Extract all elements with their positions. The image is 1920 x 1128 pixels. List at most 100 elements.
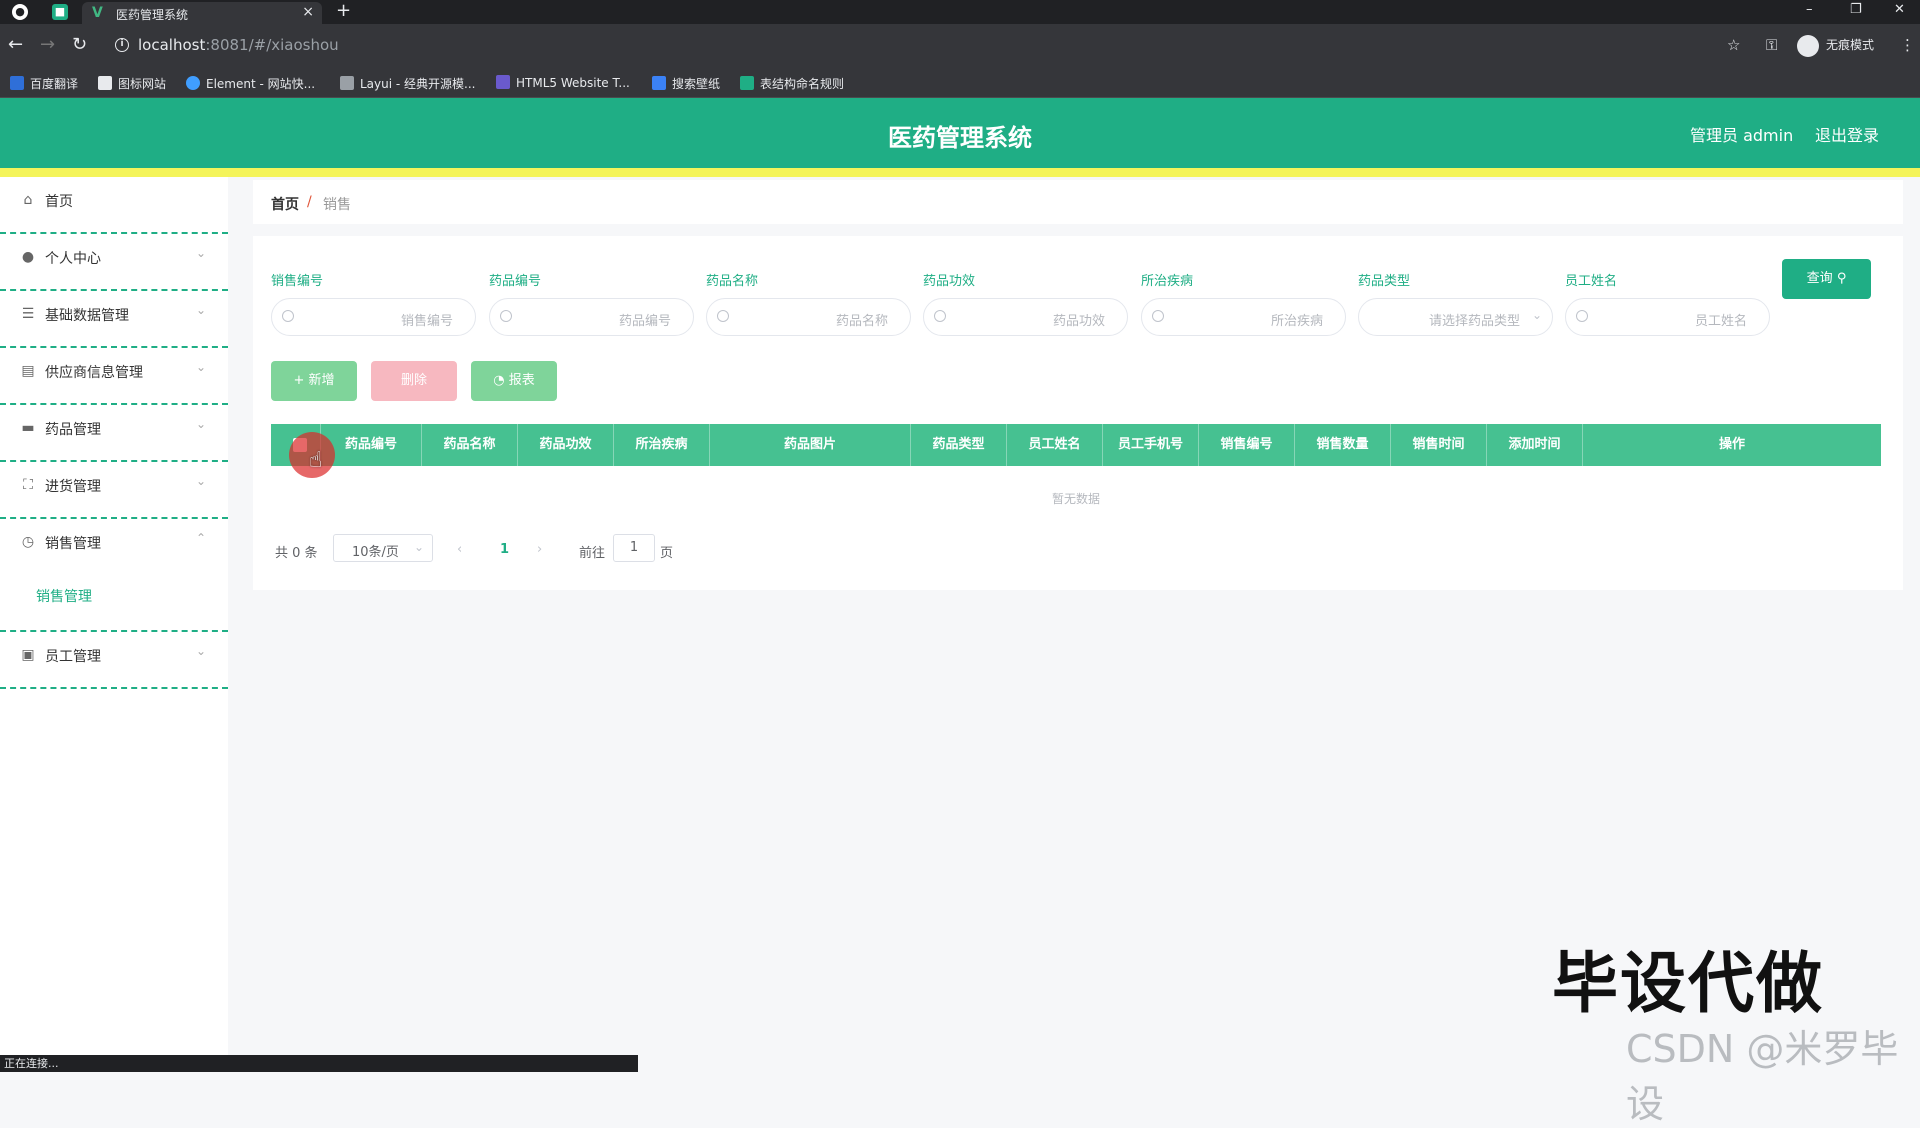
filter-label-efficacy: 药品功效 xyxy=(923,274,976,289)
watermark-text: 毕设代做 xyxy=(1552,945,1824,1022)
employee-name-input[interactable]: 员工姓名 xyxy=(1565,298,1770,336)
chrome-icon[interactable]: ● xyxy=(12,4,28,20)
chevron-down-icon: ⌄ xyxy=(413,540,424,554)
input-placeholder: 员工姓名 xyxy=(1694,314,1747,329)
translate-icon xyxy=(10,76,24,90)
drug-name-input[interactable]: 药品名称 xyxy=(706,298,911,336)
back-icon[interactable]: ← xyxy=(8,34,23,55)
new-tab-icon[interactable]: + xyxy=(336,0,351,21)
incognito-label: 无痕模式 xyxy=(1826,38,1875,52)
column-header: 药品类型 xyxy=(911,424,1007,466)
chevron-down-icon: ⌄ xyxy=(195,246,206,260)
bookmark-item[interactable]: 百度翻译 xyxy=(10,75,78,92)
select-placeholder: 请选择药品类型 xyxy=(1428,314,1520,329)
bookmark-item[interactable]: Layui - 经典开源模... xyxy=(340,75,475,92)
sidebar-item-profile[interactable]: ● 个人中心 ⌄ xyxy=(0,234,228,291)
goto-page-input[interactable]: 1 xyxy=(613,534,655,562)
chevron-down-icon: ⌄ xyxy=(195,644,206,658)
forward-icon[interactable]: → xyxy=(40,34,55,55)
url-field[interactable]: localhost:8081/#/xiaoshou xyxy=(138,36,339,54)
chevron-down-icon: ⌄ xyxy=(1531,308,1542,322)
chevron-down-icon: ⌄ xyxy=(195,474,206,488)
input-placeholder: 药品功效 xyxy=(1052,314,1105,329)
wallpaper-icon xyxy=(652,76,666,90)
html5-icon xyxy=(496,75,510,89)
key-icon[interactable]: ⚿ xyxy=(1766,36,1777,54)
filter-label-drug-no: 药品编号 xyxy=(489,274,542,289)
search-icon xyxy=(934,310,946,322)
user-icon: ● xyxy=(21,249,35,265)
sidebar-item-label: 供应商信息管理 xyxy=(45,365,143,381)
close-tab-icon[interactable]: × xyxy=(302,4,314,20)
content-card: 销售编号 药品编号 药品名称 药品功效 所治疾病 药品类型 员工姓名 销售编号 … xyxy=(253,236,1903,590)
query-button[interactable]: 查询 ⚲ xyxy=(1782,259,1871,299)
column-header: 添加时间 xyxy=(1487,424,1583,466)
chevron-up-icon: ⌃ xyxy=(195,531,206,545)
bookmark-item[interactable]: Element - 网站快... xyxy=(186,75,315,92)
reload-icon[interactable]: ↻ xyxy=(72,34,87,55)
column-header: 员工手机号 xyxy=(1103,424,1199,466)
app-tab-icon[interactable]: ■ xyxy=(52,4,68,20)
sidebar-item-supplier[interactable]: ▤ 供应商信息管理 ⌄ xyxy=(0,348,228,405)
header-accent-bar xyxy=(0,168,1920,177)
search-icon xyxy=(500,310,512,322)
page-number[interactable]: 1 xyxy=(500,542,509,557)
sidebar-item-drug[interactable]: ▬ 药品管理 ⌄ xyxy=(0,405,228,462)
app-title: 医药管理系统 xyxy=(888,124,1032,152)
table-icon xyxy=(740,76,754,90)
sidebar-item-sales[interactable]: ◷ 销售管理 ⌃ xyxy=(0,519,228,576)
report-label: 报表 xyxy=(508,373,535,388)
chevron-down-icon: ⌄ xyxy=(195,360,206,374)
breadcrumb-home[interactable]: 首页 xyxy=(271,194,299,214)
filter-label-disease: 所治疾病 xyxy=(1141,274,1194,289)
column-header: 药品功效 xyxy=(518,424,614,466)
sidebar-item-employee[interactable]: ▣ 员工管理 ⌄ xyxy=(0,632,228,689)
goto-label: 前往 xyxy=(579,546,606,561)
sidebar-item-label: 进货管理 xyxy=(45,479,101,495)
report-button[interactable]: ◔ 报表 xyxy=(471,361,557,401)
app-header: 医药管理系统 管理员 admin 退出登录 xyxy=(0,98,1920,168)
sidebar-item-home[interactable]: ⌂ 首页 xyxy=(0,177,228,234)
sidebar-subitem-sales[interactable]: 销售管理 xyxy=(0,576,228,632)
bookmark-item[interactable]: 表结构命名规则 xyxy=(740,75,844,92)
incognito-icon[interactable] xyxy=(1797,35,1819,57)
sale-no-input[interactable]: 销售编号 xyxy=(271,298,476,336)
active-tab[interactable]: V 医药管理系统 × xyxy=(82,2,322,24)
site-info-icon[interactable]: i xyxy=(115,38,129,52)
bookmark-star-icon[interactable]: ☆ xyxy=(1727,36,1740,54)
bookmark-item[interactable]: 搜索壁纸 xyxy=(652,75,720,92)
drug-no-input[interactable]: 药品编号 xyxy=(489,298,694,336)
menu-icon[interactable]: ⋮ xyxy=(1900,36,1915,54)
column-header: 销售编号 xyxy=(1199,424,1295,466)
minimize-icon[interactable]: – xyxy=(1806,2,1813,17)
logout-link[interactable]: 退出登录 xyxy=(1815,122,1879,146)
element-icon xyxy=(186,76,200,90)
drug-type-select[interactable]: 请选择药品类型 ⌄ xyxy=(1358,298,1553,336)
search-icon: ⚲ xyxy=(1836,271,1847,286)
bookmark-item[interactable]: 图标网站 xyxy=(98,75,166,92)
delete-button[interactable]: 删除 xyxy=(371,361,457,401)
user-label: 管理员 admin xyxy=(1690,126,1794,145)
sidebar-item-basic-data[interactable]: ☰ 基础数据管理 ⌄ xyxy=(0,291,228,348)
efficacy-input[interactable]: 药品功效 xyxy=(923,298,1128,336)
column-header: 销售数量 xyxy=(1295,424,1391,466)
bookmark-item[interactable]: HTML5 Website T... xyxy=(496,75,630,90)
restore-icon[interactable]: ❐ xyxy=(1850,2,1862,17)
column-header: 药品图片 xyxy=(710,424,911,466)
briefcase-icon: ▬ xyxy=(21,420,35,436)
next-page-icon[interactable]: › xyxy=(537,542,542,557)
query-label: 查询 xyxy=(1806,271,1833,286)
search-icon xyxy=(1152,310,1164,322)
address-bar: ← → ↻ i localhost:8081/#/xiaoshou ☆ ⚿ 无痕… xyxy=(0,24,1920,68)
prev-page-icon[interactable]: ‹ xyxy=(457,542,462,557)
browser-status-bar: 正在连接... xyxy=(0,1055,638,1072)
chart-icon: ◔ xyxy=(493,373,505,388)
disease-input[interactable]: 所治疾病 xyxy=(1141,298,1346,336)
sidebar-item-purchase[interactable]: ⛶ 进货管理 ⌄ xyxy=(0,462,228,519)
close-window-icon[interactable]: ✕ xyxy=(1894,2,1905,17)
add-button[interactable]: + 新增 xyxy=(271,361,357,401)
sidebar-item-label: 销售管理 xyxy=(45,536,101,552)
breadcrumb-separator: / xyxy=(307,194,312,210)
page-size-select[interactable]: 10条/页 ⌄ xyxy=(333,534,433,562)
empty-state: 暂无数据 xyxy=(1051,492,1100,506)
